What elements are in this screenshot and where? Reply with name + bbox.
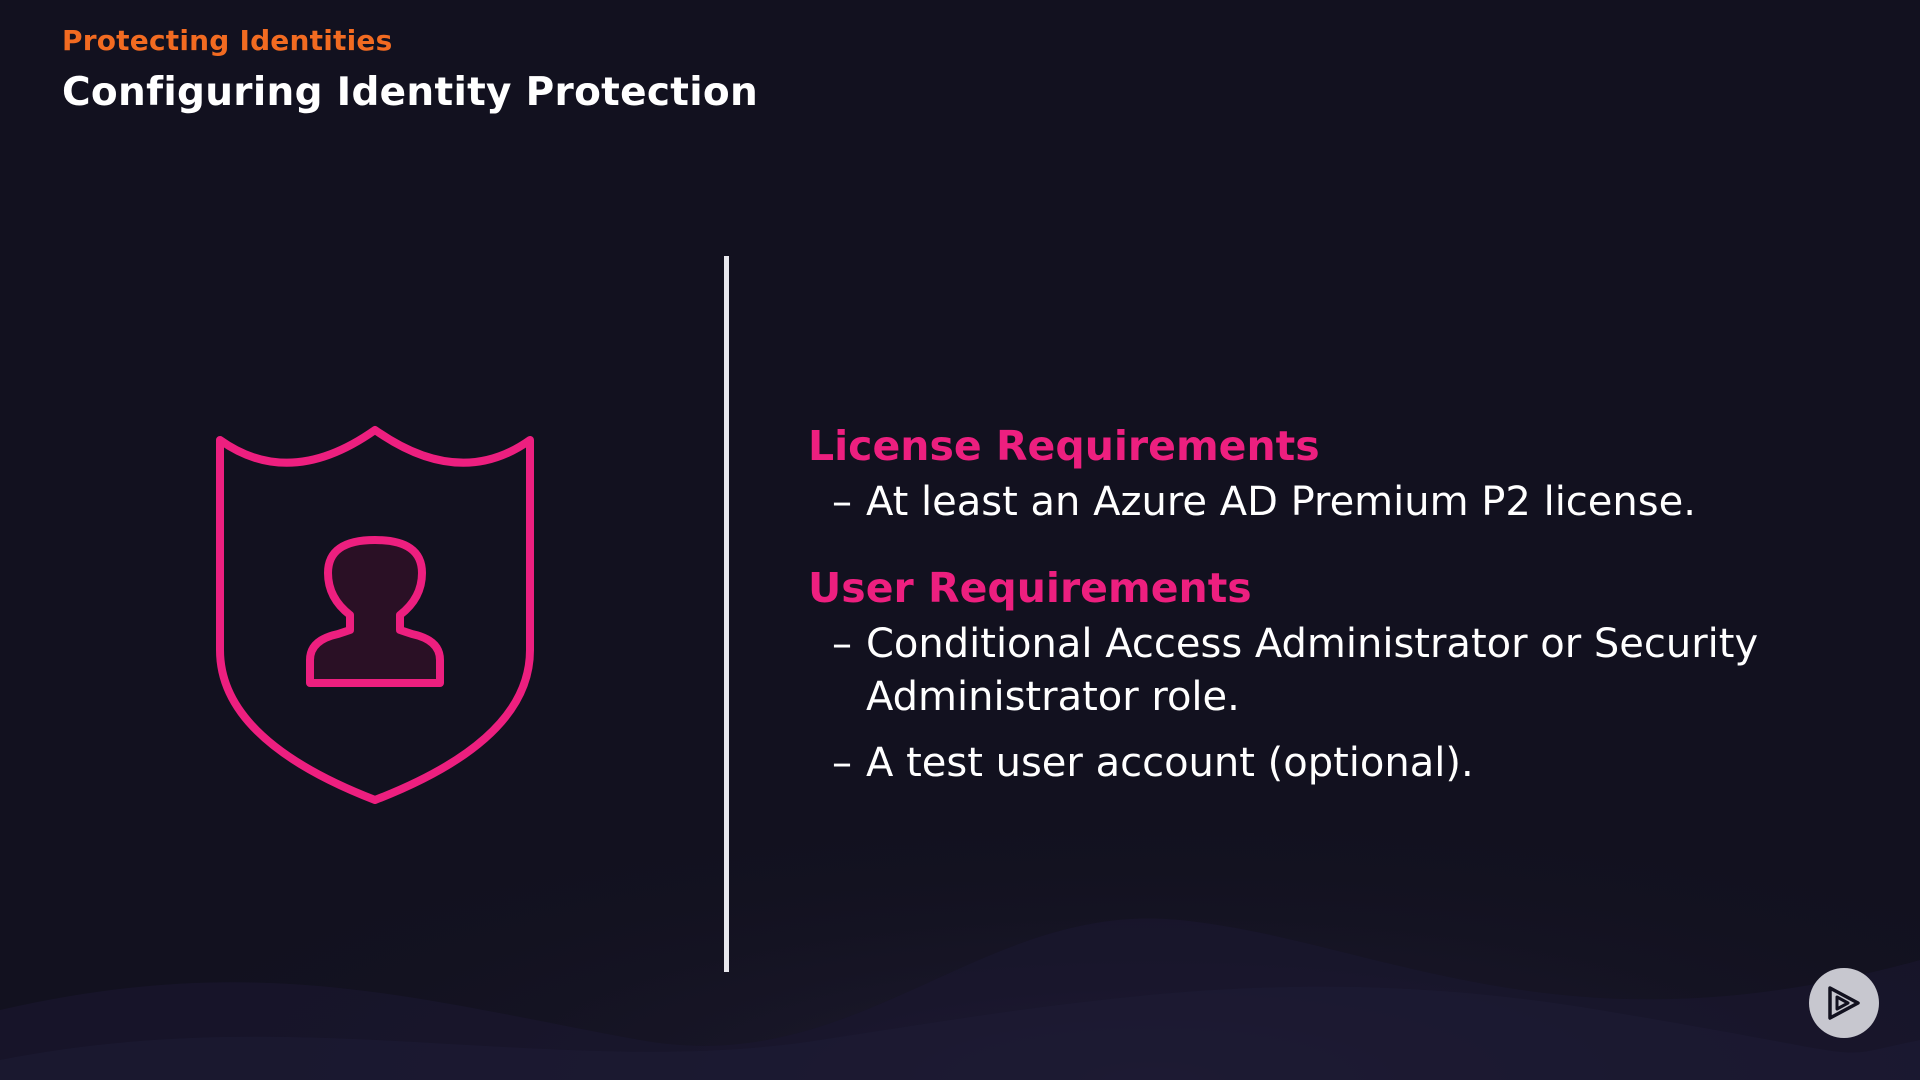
bullet-dash: – bbox=[832, 621, 852, 667]
page-title: Configuring Identity Protection bbox=[62, 70, 759, 115]
requirements-panel: License Requirements – At least an Azure… bbox=[808, 418, 1848, 803]
license-requirements-list: – At least an Azure AD Premium P2 licens… bbox=[808, 476, 1848, 529]
list-item: – A test user account (optional). bbox=[832, 737, 1848, 790]
section-kicker: Protecting Identities bbox=[62, 24, 393, 57]
list-item: – Conditional Access Administrator or Se… bbox=[832, 618, 1848, 724]
user-requirements-list: – Conditional Access Administrator or Se… bbox=[808, 618, 1848, 790]
list-item-text: Conditional Access Administrator or Secu… bbox=[866, 621, 1759, 720]
bullet-dash: – bbox=[832, 740, 852, 786]
bullet-dash: – bbox=[832, 479, 852, 525]
shield-user-icon bbox=[216, 426, 534, 804]
list-item-text: At least an Azure AD Premium P2 license. bbox=[866, 479, 1696, 525]
list-item: – At least an Azure AD Premium P2 licens… bbox=[832, 476, 1848, 529]
play-logo-icon bbox=[1809, 968, 1879, 1038]
user-requirements-heading: User Requirements bbox=[808, 564, 1252, 612]
license-requirements-heading: License Requirements bbox=[808, 422, 1320, 470]
list-item-text: A test user account (optional). bbox=[866, 740, 1474, 786]
vertical-divider bbox=[724, 256, 729, 972]
play-triangle-icon bbox=[1828, 986, 1860, 1020]
slide: Protecting Identities Configuring Identi… bbox=[0, 0, 1920, 1080]
